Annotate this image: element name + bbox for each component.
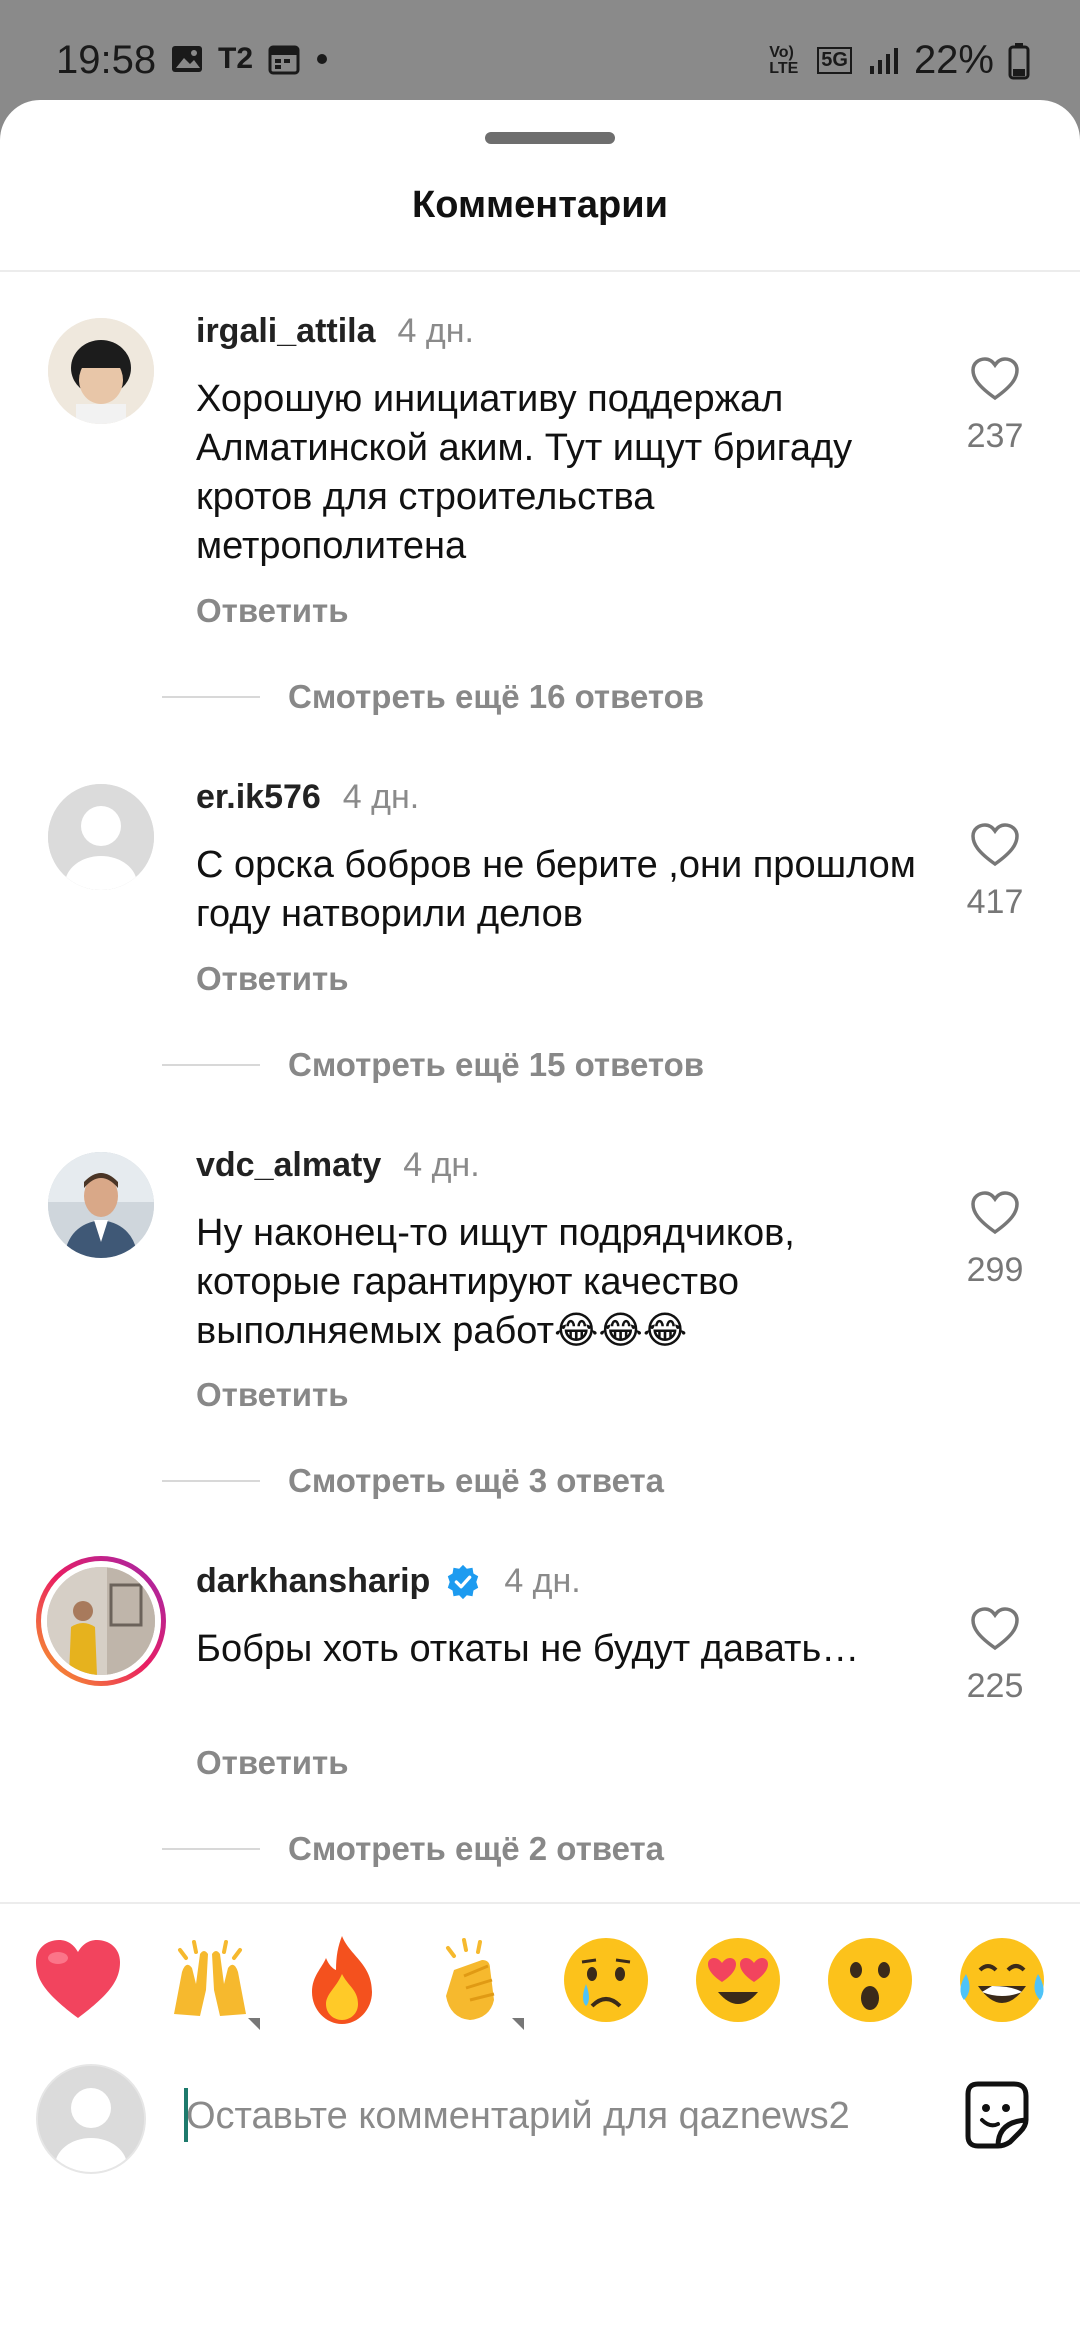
view-replies-button[interactable]: Смотреть ещё 3 ответа — [162, 1462, 664, 1500]
dot-icon — [317, 54, 328, 64]
replies-line — [162, 1848, 260, 1850]
heart-icon — [971, 357, 1019, 401]
heart-icon — [971, 1607, 1019, 1651]
like-button[interactable]: 237 — [960, 356, 1030, 456]
view-replies-label: Смотреть ещё 15 ответов — [288, 1046, 705, 1083]
quick-reactions-bar — [0, 1930, 1080, 2050]
comment-header: irgali_attila 4 дн. — [196, 312, 474, 351]
comments-sheet: Комментарии irgali_attila 4 дн. Хорошую … — [0, 100, 1080, 2340]
avatar[interactable] — [48, 318, 154, 424]
clapping-hands-emoji-icon[interactable] — [424, 1930, 524, 2030]
default-avatar-icon — [48, 784, 154, 890]
username[interactable]: er.ik576 — [196, 778, 321, 817]
replies-line — [162, 696, 260, 698]
avatar — [47, 1567, 155, 1675]
comment-composer — [0, 2060, 1080, 2190]
verified-badge-icon — [448, 1564, 479, 1599]
text-cursor — [184, 2088, 188, 2142]
crying-face-emoji-icon[interactable] — [556, 1930, 656, 2030]
carrier-label: T2 — [218, 42, 254, 75]
back-icon[interactable] — [808, 2336, 888, 2340]
tears-of-joy-emoji-icon[interactable] — [952, 1930, 1052, 2030]
red-heart-emoji-icon[interactable] — [28, 1930, 128, 2030]
view-replies-button[interactable]: Смотреть ещё 15 ответов — [162, 1046, 704, 1084]
like-count: 417 — [966, 883, 1024, 921]
avatar-photo — [48, 1152, 154, 1258]
like-count: 299 — [966, 1251, 1024, 1289]
status-bar: 19:58 T2 Vo) LTE 5G 22% — [0, 0, 1080, 100]
current-user-avatar — [36, 2064, 146, 2174]
comment-time: 4 дн. — [403, 1146, 480, 1184]
view-replies-label: Смотреть ещё 2 ответа — [288, 1830, 665, 1867]
reply-button[interactable]: Ответить — [196, 592, 349, 630]
username[interactable]: vdc_almaty — [196, 1146, 381, 1185]
comment-text: Ну наконец-то ищут подрядчиков, которые … — [196, 1212, 795, 1352]
composer-divider — [0, 1902, 1080, 1904]
battery-percent: 22% — [913, 38, 994, 82]
status-system-icons: Vo) LTE 5G 22% — [769, 38, 1030, 83]
surprised-face-emoji-icon[interactable] — [820, 1930, 920, 2030]
gallery-icon — [172, 46, 202, 72]
comment-text: Бобры хоть откаты не будут давать… — [196, 1628, 860, 1670]
comment-text: Хорошую инициативу поддержал Алматинской… — [196, 378, 853, 567]
view-replies-label: Смотреть ещё 16 ответов — [288, 678, 705, 715]
story-ring[interactable] — [36, 1556, 166, 1686]
avatar[interactable] — [48, 1152, 154, 1258]
calendar-icon — [268, 45, 300, 75]
view-replies-button[interactable]: Смотреть ещё 2 ответа — [162, 1830, 664, 1868]
signal-icon — [869, 47, 898, 74]
view-replies-label: Смотреть ещё 3 ответа — [288, 1462, 665, 1499]
comment-text: С орска бобров не берите ,они прошлом го… — [196, 844, 916, 935]
comment-time: 4 дн. — [397, 312, 474, 350]
volte-icon: Vo) LTE — [769, 43, 799, 77]
battery-icon — [1008, 42, 1030, 79]
raising-hands-emoji-icon[interactable] — [160, 1930, 260, 2030]
username[interactable]: irgali_attila — [196, 312, 376, 351]
avatar-photo — [48, 318, 154, 424]
network-5g-icon: 5G — [817, 47, 852, 74]
like-count: 237 — [966, 417, 1024, 455]
status-notification-icons: T2 — [170, 42, 329, 76]
reply-button[interactable]: Ответить — [196, 960, 349, 998]
header-divider — [0, 270, 1080, 272]
like-button[interactable]: 225 — [960, 1606, 1030, 1706]
home-icon[interactable] — [500, 2336, 580, 2340]
comment-time: 4 дн. — [342, 778, 420, 816]
comment-input[interactable] — [184, 2080, 928, 2152]
avatar[interactable] — [48, 784, 154, 890]
heart-icon — [971, 1191, 1019, 1235]
like-count: 225 — [966, 1667, 1024, 1705]
view-replies-button[interactable]: Смотреть ещё 16 ответов — [162, 678, 704, 716]
like-button[interactable]: 417 — [960, 822, 1030, 922]
like-button[interactable]: 299 — [960, 1190, 1030, 1290]
sticker-icon[interactable] — [958, 2076, 1034, 2152]
reply-button[interactable]: Ответить — [196, 1744, 349, 1782]
drag-handle[interactable] — [485, 132, 615, 144]
avatar-photo — [47, 1567, 155, 1675]
sheet-title: Комментарии — [412, 184, 668, 226]
comment-time: 4 дн. — [504, 1562, 581, 1600]
username[interactable]: darkhansharip — [196, 1562, 430, 1601]
replies-line — [162, 1480, 260, 1482]
heart-icon — [971, 823, 1019, 867]
heart-eyes-emoji-icon[interactable] — [688, 1930, 788, 2030]
status-time: 19:58 — [56, 38, 157, 82]
system-navigation-bar — [0, 2300, 1080, 2340]
reply-button[interactable]: Ответить — [196, 1376, 349, 1414]
replies-line — [162, 1064, 260, 1066]
comment-header: darkhansharip 4 дн. — [196, 1562, 581, 1601]
comment-header: vdc_almaty 4 дн. — [196, 1146, 480, 1185]
default-avatar-icon — [38, 2066, 144, 2172]
fire-emoji-icon[interactable] — [292, 1930, 392, 2030]
comment-header: er.ik576 4 дн. — [196, 778, 419, 817]
recent-apps-icon[interactable] — [200, 2336, 280, 2340]
